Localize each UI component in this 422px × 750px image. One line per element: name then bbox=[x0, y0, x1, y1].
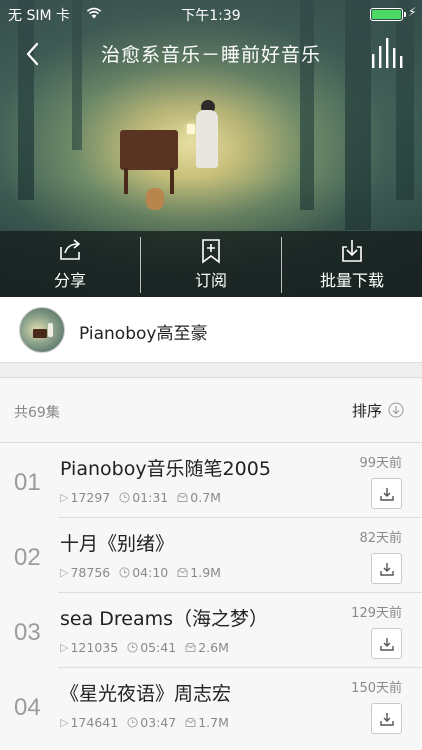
subscribe-label: 订阅 bbox=[194, 271, 227, 290]
battery-level bbox=[372, 10, 401, 19]
download-icon bbox=[380, 488, 394, 501]
album-cover-banner: 无 SIM 卡 下午1:39 ⚡ 治愈系音乐－睡前好音乐 分享 订阅 批量下载 bbox=[0, 0, 422, 297]
chevron-left-icon[interactable] bbox=[20, 40, 48, 68]
sort-down-icon[interactable] bbox=[388, 402, 404, 418]
file-size-icon bbox=[177, 568, 188, 577]
play-count-icon: ▷ bbox=[60, 566, 69, 579]
avatar-piano bbox=[33, 329, 47, 338]
file-size: 0.7M bbox=[190, 490, 221, 505]
episode-index: 02 bbox=[14, 544, 41, 571]
clock-icon bbox=[127, 642, 138, 653]
page-title: 治愈系音乐－睡前好音乐 bbox=[100, 44, 321, 66]
episode-title: sea Dreams（海之梦） bbox=[60, 608, 269, 630]
episode-index: 03 bbox=[14, 619, 41, 646]
episode-index: 01 bbox=[14, 469, 41, 496]
status-bar: 无 SIM 卡 下午1:39 ⚡ bbox=[0, 0, 422, 28]
clock-icon bbox=[119, 492, 130, 503]
share-icon bbox=[60, 239, 81, 260]
play-count: 174641 bbox=[70, 715, 119, 730]
download-icon bbox=[380, 638, 394, 651]
play-count: 121035 bbox=[70, 640, 119, 655]
share-label: 分享 bbox=[53, 271, 86, 290]
avatar[interactable] bbox=[19, 307, 65, 353]
episode-index: 04 bbox=[14, 694, 41, 721]
episode-title: 十月《别绪》 bbox=[60, 533, 175, 555]
play-count-icon: ▷ bbox=[60, 641, 69, 654]
download-icon bbox=[380, 713, 394, 726]
episode-title: Pianoboy音乐随笔2005 bbox=[60, 458, 271, 480]
download-button[interactable] bbox=[371, 703, 402, 734]
sort-button[interactable]: 排序 bbox=[352, 400, 382, 421]
download-icon bbox=[342, 240, 362, 262]
download-button[interactable] bbox=[371, 628, 402, 659]
file-size: 1.7M bbox=[198, 715, 229, 730]
list-item[interactable]: 04 《星光夜语》周志宏 ▷ 174641 03:47 1.7M 150天前 bbox=[0, 668, 422, 743]
charging-bolt-icon: ⚡ bbox=[408, 5, 417, 19]
subscribe-button[interactable]: 订阅 bbox=[141, 231, 281, 297]
avatar-figure bbox=[48, 323, 53, 337]
publish-age: 99天前 bbox=[359, 456, 402, 471]
clock-icon bbox=[119, 567, 130, 578]
episode-list: 共69集 排序 01 Pianoboy音乐随笔2005 ▷ 17297 01:31… bbox=[0, 377, 422, 750]
episode-title: 《星光夜语》周志宏 bbox=[60, 683, 232, 705]
duration: 03:47 bbox=[140, 715, 177, 730]
play-count-icon: ▷ bbox=[60, 491, 69, 504]
bookmark-plus-icon bbox=[202, 239, 220, 264]
episode-meta: ▷ 17297 01:31 0.7M bbox=[60, 490, 230, 505]
duration: 05:41 bbox=[140, 640, 177, 655]
clock-icon bbox=[127, 717, 138, 728]
download-button[interactable] bbox=[371, 478, 402, 509]
action-bar: 分享 订阅 批量下载 bbox=[0, 231, 422, 297]
dog-illustration bbox=[146, 188, 164, 210]
duration: 01:31 bbox=[132, 490, 169, 505]
publish-age: 82天前 bbox=[359, 531, 402, 546]
publish-age: 150天前 bbox=[351, 681, 402, 696]
episode-meta: ▷ 78756 04:10 1.9M bbox=[60, 565, 230, 580]
download-icon bbox=[380, 563, 394, 576]
girl-illustration bbox=[196, 110, 218, 168]
list-item[interactable]: 01 Pianoboy音乐随笔2005 ▷ 17297 01:31 0.7M 99… bbox=[0, 443, 422, 518]
episode-count: 共69集 bbox=[14, 405, 60, 421]
piano-leg bbox=[170, 168, 174, 194]
equalizer-icon[interactable] bbox=[370, 36, 406, 70]
play-count-icon: ▷ bbox=[60, 716, 69, 729]
publish-age: 129天前 bbox=[351, 606, 402, 621]
file-size: 2.6M bbox=[198, 640, 229, 655]
piano-leg bbox=[124, 168, 128, 194]
download-button[interactable] bbox=[371, 553, 402, 584]
piano-illustration bbox=[120, 130, 178, 170]
file-size-icon bbox=[185, 643, 196, 652]
clock: 下午1:39 bbox=[181, 8, 241, 24]
share-button[interactable]: 分享 bbox=[0, 231, 140, 297]
play-count: 17297 bbox=[70, 490, 111, 505]
file-size-icon bbox=[185, 718, 196, 727]
lamp-illustration bbox=[187, 124, 195, 134]
duration: 04:10 bbox=[132, 565, 169, 580]
battery-icon bbox=[370, 8, 406, 21]
file-size: 1.9M bbox=[190, 565, 221, 580]
episode-meta: ▷ 174641 03:47 1.7M bbox=[60, 715, 238, 730]
list-item[interactable]: 02 十月《别绪》 ▷ 78756 04:10 1.9M 82天前 bbox=[0, 518, 422, 593]
batch-download-label: 批量下载 bbox=[319, 271, 384, 290]
list-item[interactable]: 03 sea Dreams（海之梦） ▷ 121035 05:41 2.6M 12… bbox=[0, 593, 422, 668]
battery-tip bbox=[404, 12, 406, 17]
file-size-icon bbox=[177, 493, 188, 502]
author-name: Pianoboy高至豪 bbox=[79, 324, 208, 344]
author-row[interactable]: Pianoboy高至豪 bbox=[0, 297, 422, 363]
batch-download-button[interactable]: 批量下载 bbox=[282, 231, 422, 297]
episode-meta: ▷ 121035 05:41 2.6M bbox=[60, 640, 238, 655]
play-count: 78756 bbox=[70, 565, 111, 580]
navigation-bar: 治愈系音乐－睡前好音乐 bbox=[0, 30, 422, 76]
